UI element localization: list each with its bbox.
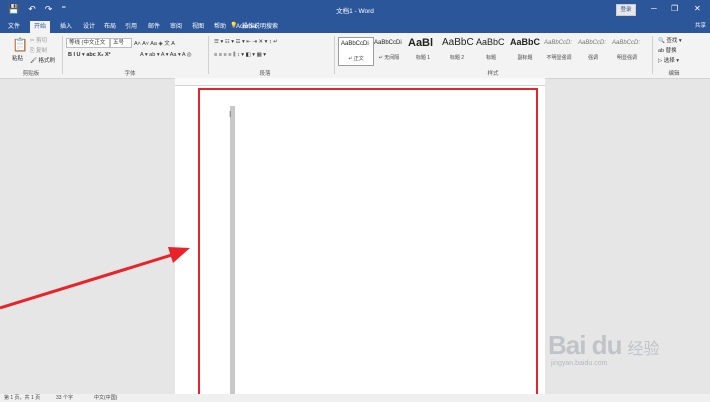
paragraph-row1-tools[interactable]: ☰ ▾ ☷ ▾ ☲ ▾ ⇤ ⇥ ✕ ▾ ↕ ↵ bbox=[214, 39, 278, 45]
style-sample: AaBbC bbox=[442, 37, 474, 48]
tab-10[interactable]: Acrobat bbox=[232, 21, 261, 33]
tab-0[interactable]: 文件 bbox=[4, 21, 24, 33]
tab-2[interactable]: 插入 bbox=[56, 21, 76, 33]
style-label: 标题 bbox=[485, 55, 496, 61]
styles-group-label: 样式 bbox=[487, 71, 499, 77]
style-item[interactable]: AaBbC 标题 2 bbox=[440, 37, 474, 64]
font-name-dropdown[interactable]: 等线 (中文正文 bbox=[66, 38, 110, 48]
minimize-button[interactable]: ─ bbox=[651, 4, 657, 13]
style-item[interactable]: AaBbC 标题 bbox=[474, 37, 508, 64]
tab-7[interactable]: 审阅 bbox=[166, 21, 186, 33]
separator bbox=[208, 36, 209, 74]
tab-9[interactable]: 帮助 bbox=[210, 21, 230, 33]
ribbon-tabs: 💡 操作说明搜索 共享 文件 开始 插入 设计 布局 引用 邮件 审阅 视图 帮助 Acrobat bbox=[0, 19, 710, 33]
separator bbox=[652, 36, 653, 74]
tab-1[interactable]: 开始 bbox=[30, 21, 51, 33]
clipboard-group-label: 剪贴板 bbox=[22, 71, 40, 77]
style-sample: AaBbC bbox=[510, 37, 541, 47]
status-bar: 第 1 页，共 1 页 33 个字 中文(中国) bbox=[0, 394, 710, 402]
style-label: 不明显强调 bbox=[546, 55, 572, 61]
style-item[interactable]: AaBbCcD: 明显强调 bbox=[610, 37, 644, 64]
style-item[interactable]: AaBbCcD: 不明显强调 bbox=[542, 37, 576, 64]
style-sample: AaBbCcD: bbox=[612, 40, 641, 46]
watermark-url: jingyan.baidu.com bbox=[551, 360, 608, 367]
font-color-tools[interactable]: A ▾ ab ▾ A ▾ Aa ▾ A ◎ bbox=[140, 52, 192, 58]
style-label: 标题 1 bbox=[415, 55, 431, 61]
style-sample: AaBbCcD: bbox=[544, 40, 573, 46]
share-button[interactable]: 共享 bbox=[695, 21, 706, 29]
style-label: 明显强调 bbox=[616, 55, 637, 61]
paragraph-group-label: 段落 bbox=[259, 71, 271, 77]
ribbon: 📋 粘贴 ✂ 剪切 ⎘ 复制 🖌 格式刷 剪贴板 等线 (中文正文 五号 A˄ … bbox=[0, 33, 710, 79]
word-count[interactable]: 33 个字 bbox=[56, 394, 73, 402]
watermark-text: 经验 bbox=[627, 341, 660, 358]
baidu-watermark: Bai du 经验 jingyan.baidu.com bbox=[548, 330, 660, 367]
select-button[interactable]: ▷ 选择 ▾ bbox=[658, 56, 679, 64]
style-item[interactable]: AaBbCcDi ↵ 无间隔 bbox=[372, 37, 406, 64]
copy-button[interactable]: ⎘ 复制 bbox=[30, 46, 47, 55]
style-item[interactable]: AaBl 标题 1 bbox=[406, 37, 440, 64]
style-item[interactable]: AaBbCcDi ↵ 正文 bbox=[338, 37, 374, 66]
replace-button[interactable]: ab 替换 bbox=[658, 46, 677, 54]
style-sample: AaBl bbox=[408, 37, 434, 49]
horizontal-ruler bbox=[175, 78, 545, 86]
language-indicator[interactable]: 中文(中国) bbox=[94, 394, 117, 402]
style-item[interactable]: AaBbC 副标题 bbox=[508, 37, 542, 64]
paste-button[interactable]: 粘贴 bbox=[12, 54, 23, 62]
separator bbox=[62, 36, 63, 74]
paragraph-row2-tools[interactable]: ≡ ≡ ≡ ≡ ⫼ ↕ ▾ ◧ ▾ ▦ ▾ bbox=[214, 52, 266, 59]
font-format-tools[interactable]: B I U ▾ abc X₂ X² bbox=[68, 52, 111, 58]
highlight-box bbox=[198, 88, 538, 398]
style-sample: AaBbCcD: bbox=[578, 40, 607, 46]
tab-4[interactable]: 布局 bbox=[100, 21, 120, 33]
tab-5[interactable]: 引用 bbox=[121, 21, 141, 33]
font-size-dropdown[interactable]: 五号 bbox=[110, 38, 132, 48]
tab-3[interactable]: 设计 bbox=[79, 21, 99, 33]
page-count[interactable]: 第 1 页，共 1 页 bbox=[4, 394, 40, 402]
cut-button[interactable]: ✂ 剪切 bbox=[30, 36, 47, 44]
style-label: 标题 2 bbox=[449, 55, 465, 61]
editing-group-label: 编辑 bbox=[668, 71, 680, 77]
find-button[interactable]: 🔍 查找 ▾ bbox=[658, 36, 682, 44]
style-label: 副标题 bbox=[517, 55, 533, 61]
separator bbox=[334, 36, 335, 74]
style-label: 强调 bbox=[587, 55, 598, 61]
watermark-logo: Bai du bbox=[548, 330, 622, 360]
title-bar: 💾 ↶ ↷ ⁼ 文档1 - Word 登录 ─ ❐ ✕ bbox=[0, 0, 710, 19]
style-label: ↵ 无间隔 bbox=[378, 55, 400, 61]
style-item[interactable]: AaBbCcD: 强调 bbox=[576, 37, 610, 64]
font-row1-tools[interactable]: A˄ A˅ Aa ◈ 文 A bbox=[134, 39, 175, 47]
paste-icon[interactable]: 📋 bbox=[12, 37, 28, 53]
close-button[interactable]: ✕ bbox=[694, 4, 701, 13]
window-title: 文档1 - Word bbox=[336, 8, 374, 15]
signin-button[interactable]: 登录 bbox=[616, 4, 636, 16]
font-group-label: 字体 bbox=[124, 71, 136, 77]
style-sample: AaBbCcDi bbox=[374, 40, 402, 46]
style-label: ↵ 正文 bbox=[348, 56, 364, 62]
format-painter-button[interactable]: 🖌 格式刷 bbox=[30, 56, 55, 64]
style-sample: AaBbC bbox=[476, 37, 505, 47]
style-sample: AaBbCcDi bbox=[341, 41, 369, 47]
tab-6[interactable]: 邮件 bbox=[144, 21, 164, 33]
restore-button[interactable]: ❐ bbox=[671, 4, 678, 13]
tab-8[interactable]: 视图 bbox=[188, 21, 208, 33]
